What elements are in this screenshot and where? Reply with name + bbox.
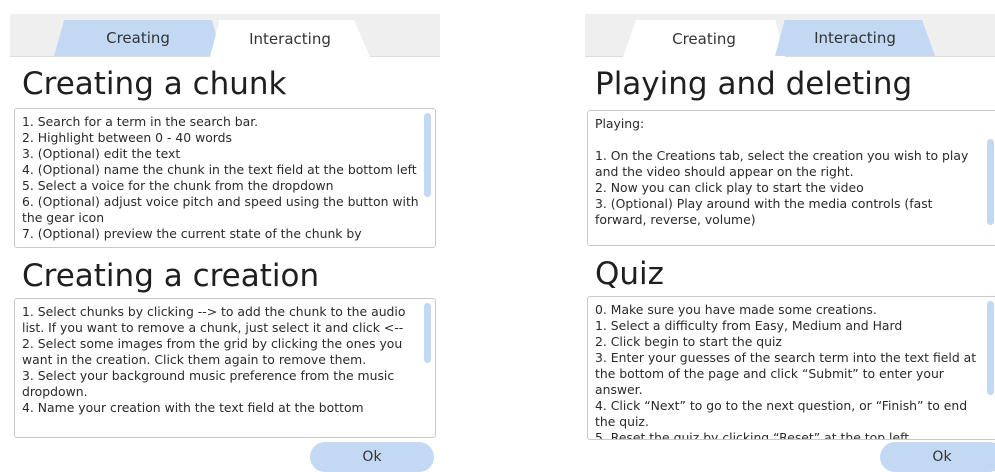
text-area-creating-chunk[interactable]: 1. Search for a term in the search bar. … <box>14 108 436 248</box>
tab-creating[interactable]: Creating <box>623 20 785 57</box>
section-heading-creating-creation: Creating a creation <box>22 258 320 294</box>
scrollbar-thumb[interactable] <box>987 301 994 395</box>
section-heading-creating-chunk: Creating a chunk <box>22 66 287 102</box>
section-heading-quiz: Quiz <box>595 256 664 292</box>
instructions-text: Playing: 1. On the Creations tab, select… <box>595 116 969 227</box>
text-area-playing-deleting[interactable]: Playing: 1. On the Creations tab, select… <box>587 110 995 246</box>
instructions-text: 0. Make sure you have made some creation… <box>595 302 977 440</box>
text-area-quiz[interactable]: 0. Make sure you have made some creation… <box>587 296 995 440</box>
tab-bar: Creating Interacting <box>585 14 995 57</box>
tab-creating[interactable]: Creating <box>54 20 222 56</box>
tab-interacting[interactable]: Interacting <box>210 20 370 57</box>
section-heading-playing-deleting: Playing and deleting <box>595 66 913 102</box>
help-window-left: Creating Interacting Creating a chunk 1.… <box>10 0 440 472</box>
scrollbar-thumb[interactable] <box>424 303 431 363</box>
instructions-text: 1. Search for a term in the search bar. … <box>22 114 419 241</box>
text-area-creating-creation[interactable]: 1. Select chunks by clicking --> to add … <box>14 298 436 438</box>
instructions-text: 1. Select chunks by clicking --> to add … <box>22 304 406 415</box>
tab-interacting[interactable]: Interacting <box>775 20 935 56</box>
tab-bar: Creating Interacting <box>10 14 440 57</box>
ok-button[interactable]: Ok <box>310 442 434 472</box>
scrollbar-thumb[interactable] <box>424 113 431 197</box>
scrollbar-thumb[interactable] <box>987 139 994 225</box>
help-window-right: Creating Interacting Playing and deletin… <box>585 0 995 472</box>
ok-button[interactable]: Ok <box>880 442 995 472</box>
